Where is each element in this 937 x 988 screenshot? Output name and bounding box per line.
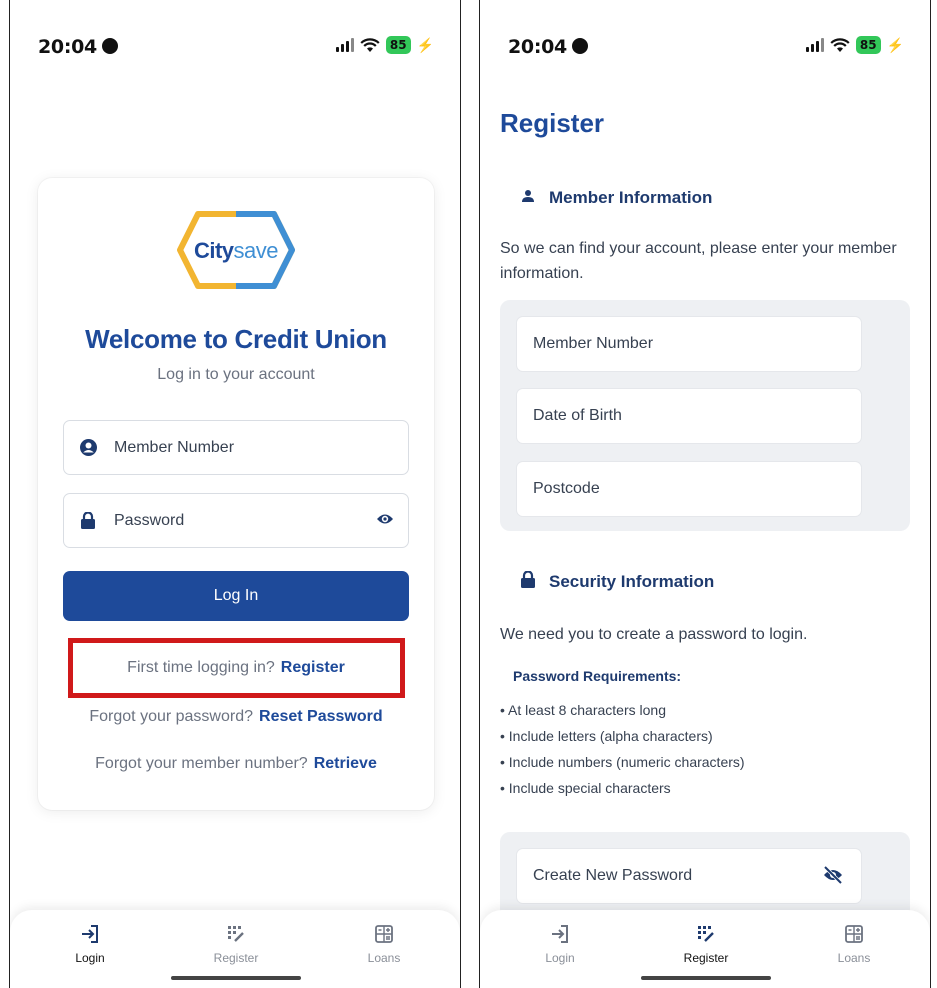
requirements-list: • At least 8 characters long • Include l… (500, 697, 745, 801)
signal-icon (335, 38, 354, 52)
lock-icon (79, 512, 97, 530)
eye-icon[interactable] (376, 512, 394, 531)
calculator-icon (344, 922, 424, 946)
member-info-description: So we can find your account, please ente… (500, 240, 897, 282)
charging-icon: ⚡ (886, 36, 904, 53)
status-icons: 85 ⚡ (805, 36, 904, 54)
highlight-annotation (68, 638, 405, 698)
login-button[interactable]: Log In (63, 571, 409, 621)
signal-icon (805, 38, 824, 52)
tab-bar: Login Register Loans (480, 910, 930, 988)
tab-login-label: Login (545, 951, 575, 965)
security-info-heading-text: Security Information (549, 572, 715, 591)
member-number-input[interactable]: Member Number (517, 317, 861, 371)
tab-loans-label: Loans (367, 951, 401, 965)
retrieve-link[interactable]: Retrieve (314, 755, 377, 772)
login-arrow-icon (520, 922, 600, 946)
tab-loans-label: Loans (837, 951, 871, 965)
status-icons: 85 ⚡ (335, 36, 434, 54)
list-item: • Include letters (alpha characters) (500, 728, 713, 744)
forgot-member-text: Forgot your member number? (95, 755, 308, 772)
eye-slash-icon[interactable] (823, 865, 843, 889)
register-grid-icon (666, 922, 746, 946)
status-time: 20:04 (508, 36, 567, 58)
list-item: • Include numbers (numeric characters) (500, 754, 745, 770)
list-item: • At least 8 characters long (500, 702, 666, 718)
charging-icon: ⚡ (416, 36, 434, 53)
member-number-field[interactable]: Member Number (63, 420, 409, 475)
tab-register-label: Register (683, 951, 729, 965)
person-icon (521, 188, 535, 208)
create-password-input[interactable]: Create New Password (517, 849, 861, 903)
status-time: 20:04 (38, 36, 97, 58)
forgot-password-text: Forgot your password? (89, 708, 254, 725)
password-form: Create New Password (500, 832, 910, 922)
register-screen: 20:04 85 ⚡ Register Member Information S… (479, 0, 931, 988)
wifi-icon (360, 37, 380, 53)
security-info-heading: Security Information (521, 570, 715, 593)
member-info-form: Member Number Date of Birth Postcode (500, 300, 910, 531)
forgot-member-row: Forgot your member number? Retrieve (38, 755, 434, 773)
password-field[interactable]: Password (63, 493, 409, 548)
date-of-birth-input[interactable]: Date of Birth (517, 389, 861, 443)
tab-loans[interactable]: Loans (814, 922, 894, 965)
reset-password-link[interactable]: Reset Password (259, 708, 383, 725)
login-screen: 20:04 85 ⚡ Citysave Welcome to Credit Un… (9, 0, 461, 988)
login-card: Citysave Welcome to Credit Union Log in … (38, 178, 434, 810)
tab-login[interactable]: Login (520, 922, 600, 965)
password-placeholder: Password (114, 511, 185, 529)
tab-login-label: Login (75, 951, 105, 965)
recording-dot-icon (102, 38, 118, 54)
logo-text: Citysave (193, 238, 279, 263)
tab-register[interactable]: Register (666, 922, 746, 965)
wifi-icon (830, 37, 850, 53)
page-title: Welcome to Credit Union (85, 324, 387, 354)
tab-register[interactable]: Register (196, 922, 276, 965)
list-item: • Include special characters (500, 780, 671, 796)
login-arrow-icon (50, 922, 130, 946)
recording-dot-icon (572, 38, 588, 54)
status-bar: 20:04 85 ⚡ (480, 0, 930, 90)
user-circle-icon (79, 439, 97, 457)
citysave-logo: Citysave (176, 208, 296, 292)
status-bar: 20:04 85 ⚡ (10, 0, 460, 90)
member-info-heading: Member Information (521, 188, 712, 208)
tab-bar: Login Register Loans (10, 910, 460, 988)
home-indicator (641, 976, 771, 980)
requirements-title: Password Requirements: (513, 668, 682, 684)
page-title: Register (500, 108, 605, 138)
page-subtitle: Log in to your account (157, 366, 315, 383)
calculator-icon (814, 922, 894, 946)
battery-icon: 85 (385, 36, 411, 54)
create-password-placeholder: Create New Password (533, 867, 693, 884)
battery-icon: 85 (855, 36, 881, 54)
tab-register-label: Register (213, 951, 259, 965)
register-grid-icon (196, 922, 276, 946)
lock-icon (521, 570, 535, 593)
member-number-placeholder: Member Number (114, 438, 235, 456)
tab-login[interactable]: Login (50, 922, 130, 965)
security-info-description: We need you to create a password to logi… (500, 626, 808, 643)
home-indicator (171, 976, 301, 980)
tab-loans[interactable]: Loans (344, 922, 424, 965)
postcode-input[interactable]: Postcode (517, 462, 861, 516)
member-info-heading-text: Member Information (549, 188, 713, 207)
forgot-password-row: Forgot your password? Reset Password (38, 708, 434, 726)
